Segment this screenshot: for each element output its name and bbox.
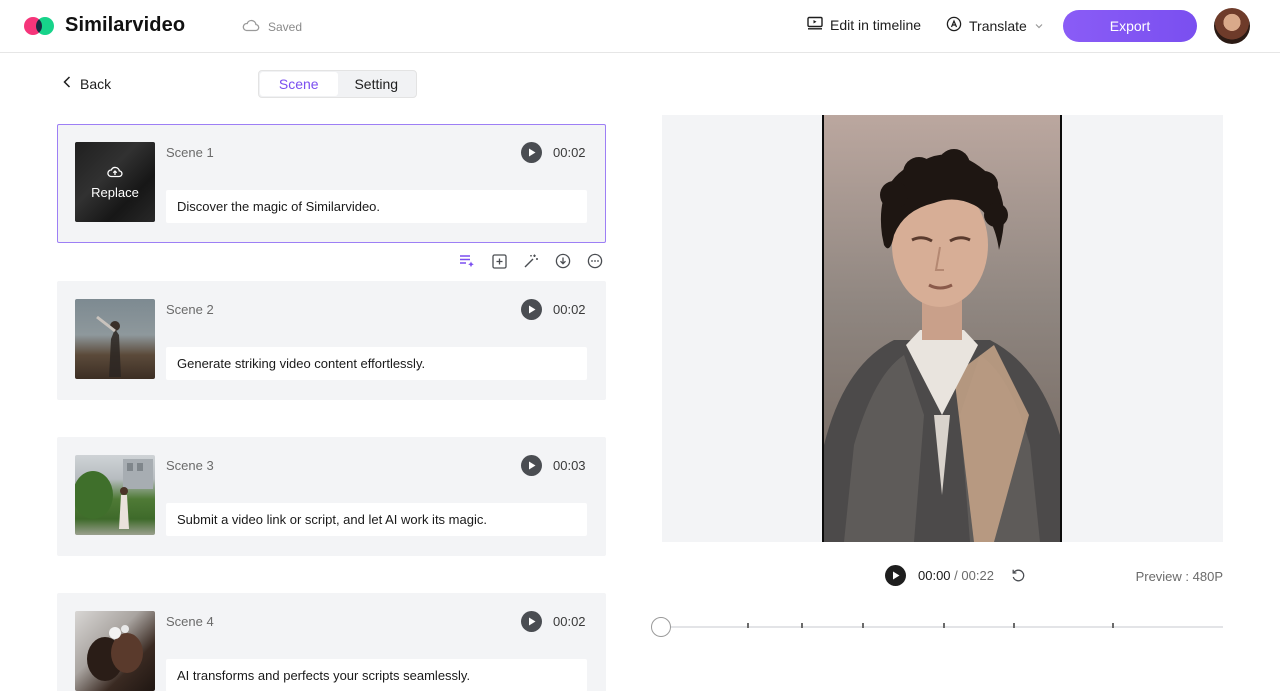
scene-script-input[interactable]: AI transforms and perfects your scripts … (166, 659, 587, 691)
total-time: 00:22 (961, 568, 994, 583)
scene-marker (801, 623, 803, 628)
replay-icon[interactable] (1010, 567, 1028, 585)
timecode: 00:00 / 00:22 (918, 568, 994, 583)
chevron-left-icon (62, 75, 72, 92)
scrubber-handle[interactable] (651, 617, 671, 637)
upload-cloud-icon (107, 165, 123, 182)
scene-duration: 00:02 (553, 614, 586, 629)
replace-media-button[interactable]: Replace (75, 142, 155, 222)
top-header: Similarvideo Saved Edit in timeline Tran… (0, 0, 1280, 53)
scene-label: Scene 4 (166, 614, 214, 629)
back-label: Back (80, 75, 112, 92)
brand-name[interactable]: Similarvideo (65, 14, 185, 37)
scene-duration: 00:03 (553, 458, 586, 473)
more-icon[interactable] (586, 252, 604, 270)
play-scene-button[interactable] (521, 611, 542, 632)
scene-card-3[interactable]: Scene 3 00:03 Submit a video link or scr… (57, 437, 606, 556)
translate-label: Translate (969, 17, 1027, 34)
time-separator: / (950, 568, 962, 583)
scene-script-input[interactable]: Generate striking video content effortle… (166, 347, 587, 380)
scene-toolbar (458, 252, 604, 270)
brand-logo-icon[interactable] (24, 15, 56, 37)
video-frame[interactable] (822, 115, 1062, 542)
scene-script-input[interactable]: Submit a video link or script, and let A… (166, 503, 587, 536)
scene-thumbnail[interactable] (75, 611, 155, 691)
scene-card-1[interactable]: Replace Scene 1 00:02 Discover the magic… (57, 124, 606, 243)
replace-label: Replace (91, 184, 139, 200)
play-button[interactable] (885, 565, 906, 586)
preview-quality: Preview : 480P (1135, 569, 1223, 584)
save-status: Saved (242, 18, 302, 35)
scene-marker (862, 623, 864, 628)
translate-icon (946, 16, 962, 35)
scene-label: Scene 1 (166, 145, 214, 160)
scene-duration: 00:02 (553, 302, 586, 317)
user-avatar[interactable] (1214, 8, 1250, 44)
scene-label: Scene 3 (166, 458, 214, 473)
player-controls: 00:00 / 00:22 (885, 565, 1028, 586)
download-icon[interactable] (554, 252, 572, 270)
scene-label: Scene 2 (166, 302, 214, 317)
scene-duration: 00:02 (553, 145, 586, 160)
chevron-down-icon (1034, 18, 1044, 34)
play-scene-button[interactable] (521, 299, 542, 320)
scene-thumbnail[interactable] (75, 299, 155, 379)
scene-thumbnail[interactable]: Replace (75, 142, 155, 222)
play-scene-button[interactable] (521, 142, 542, 163)
timeline-scrubber[interactable] (661, 623, 1223, 628)
scene-script-input[interactable]: Discover the magic of Similarvideo. (166, 190, 587, 223)
add-scene-icon[interactable] (490, 252, 508, 270)
magic-wand-icon[interactable] (522, 252, 540, 270)
timeline-icon (807, 16, 823, 33)
saved-label: Saved (268, 19, 303, 34)
tab-setting[interactable]: Setting (338, 72, 416, 96)
scene-card-2[interactable]: Scene 2 00:02 Generate striking video co… (57, 281, 606, 400)
back-button[interactable]: Back (62, 75, 111, 92)
scene-card-4[interactable]: Scene 4 00:02 AI transforms and perfects… (57, 593, 606, 691)
scene-thumbnail[interactable] (75, 455, 155, 535)
scene-marker (1013, 623, 1015, 628)
edit-in-timeline-button[interactable]: Edit in timeline (807, 16, 921, 33)
export-button[interactable]: Export (1063, 10, 1197, 42)
scene-marker (943, 623, 945, 628)
scene-marker (747, 623, 749, 628)
scene-setting-tabs: Scene Setting (258, 70, 417, 98)
play-scene-button[interactable] (521, 455, 542, 476)
tab-scene[interactable]: Scene (260, 72, 338, 96)
cloud-icon (242, 18, 260, 35)
translate-dropdown[interactable]: Translate (946, 16, 1044, 35)
video-preview-area (662, 115, 1223, 542)
ai-script-icon[interactable] (458, 252, 476, 270)
scene-marker (1112, 623, 1114, 628)
edit-in-timeline-label: Edit in timeline (830, 16, 922, 33)
current-time: 00:00 (918, 568, 951, 583)
